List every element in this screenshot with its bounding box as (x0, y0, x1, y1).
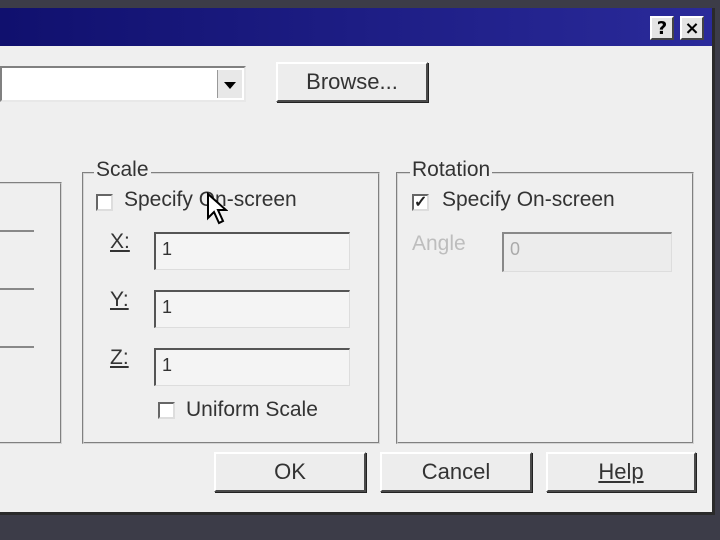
close-icon[interactable]: × (680, 16, 704, 40)
scale-specify-onscreen-checkbox[interactable] (96, 194, 113, 211)
insertion-z-field[interactable] (0, 346, 34, 348)
rotation-title: Rotation (410, 158, 493, 182)
angle-label: Angle (412, 232, 466, 255)
rotation-specify-onscreen-label[interactable]: Specify On-screen (442, 188, 615, 212)
help-icon[interactable]: ? (650, 16, 674, 40)
name-dropdown[interactable] (0, 66, 246, 102)
scale-y-field[interactable]: 1 (154, 290, 350, 328)
browse-button[interactable]: Browse... (276, 62, 428, 102)
help-button[interactable]: Help (546, 452, 696, 492)
title-bar: ? × (0, 8, 712, 46)
chevron-down-icon[interactable] (217, 70, 242, 98)
scale-z-label: Z: (110, 346, 129, 369)
insertion-x-field[interactable] (0, 230, 34, 232)
cancel-button[interactable]: Cancel (380, 452, 532, 492)
rotation-group (396, 172, 694, 444)
mouse-pointer-icon (207, 192, 228, 225)
scale-y-label: Y: (110, 288, 129, 311)
uniform-scale-label[interactable]: Uniform Scale (186, 398, 318, 422)
ok-button[interactable]: OK (214, 452, 366, 492)
insert-dialog: ? × Browse... Scale Specify On-screen X:… (0, 8, 715, 515)
angle-field[interactable]: 0 (502, 232, 672, 272)
scale-x-field[interactable]: 1 (154, 232, 350, 270)
insertion-point-group (0, 182, 62, 444)
uniform-scale-checkbox[interactable] (158, 402, 175, 419)
scale-title: Scale (94, 158, 151, 182)
scale-z-field[interactable]: 1 (154, 348, 350, 386)
scale-x-label: X: (110, 230, 130, 253)
insertion-y-field[interactable] (0, 288, 34, 290)
rotation-specify-onscreen-checkbox[interactable]: ✓ (412, 194, 429, 211)
